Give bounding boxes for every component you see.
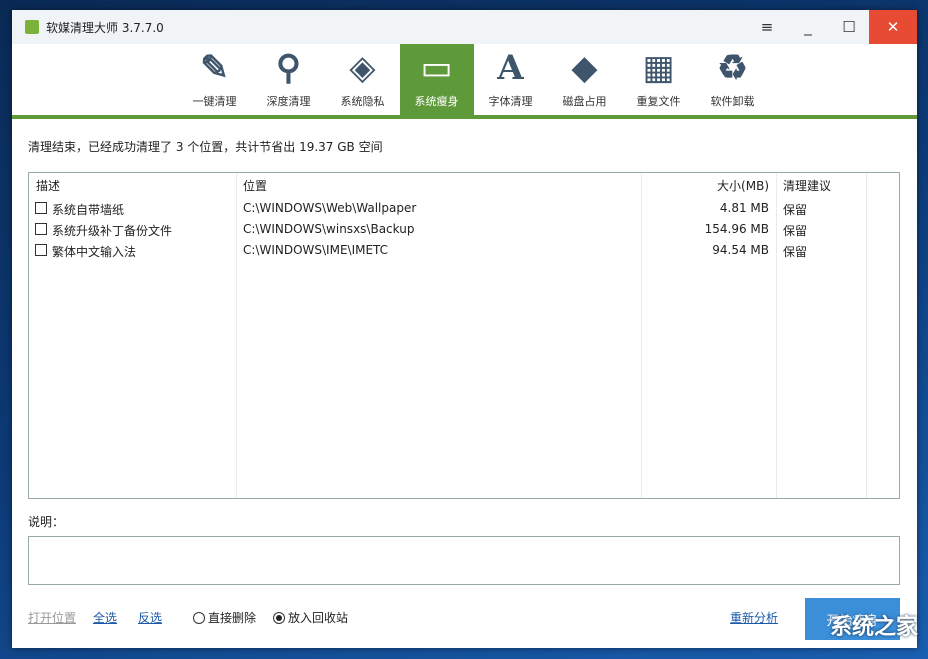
toolbar-tab-label: 系统瘦身 <box>415 93 459 109</box>
recycle-radio[interactable]: 放入回收站 <box>273 609 348 626</box>
toolbar-tab[interactable]: ♻ 软件卸载 <box>696 44 770 115</box>
table-row[interactable]: 繁体中文输入法 C:\WINDOWS\IME\IMETC 94.54 MB 保留 <box>29 240 899 261</box>
recycle-icon: ♻ <box>713 49 753 87</box>
row-size: 94.54 MB <box>712 243 769 257</box>
toolbar-tab[interactable]: ▭ 系统瘦身 <box>400 44 474 115</box>
app-window: 软媒清理大师 3.7.7.0 ≡ _ ☐ ✕ ✎ 一键清理 ⚲ 深度清理 ◈ 系统隐私 ▭ 系… <box>12 10 917 648</box>
disk-icon: ◆ <box>565 49 605 87</box>
row-checkbox[interactable] <box>35 244 47 256</box>
window-title: 软媒清理大师 3.7.7.0 <box>46 19 164 36</box>
toolbar: ✎ 一键清理 ⚲ 深度清理 ◈ 系统隐私 ▭ 系统瘦身 A 字体清理 ◆ 磁盘占用 ▦ 重复文件 ♻ 软件卸载 <box>12 44 917 119</box>
app-logo-icon <box>25 20 39 34</box>
select-all-link[interactable]: 全选 <box>93 609 117 626</box>
toolbar-tab-label: 重复文件 <box>637 93 681 109</box>
toolbar-tab-label: 软件卸载 <box>711 93 755 109</box>
row-path: C:\WINDOWS\winsxs\Backup <box>243 222 414 236</box>
minimize-button[interactable]: _ <box>788 10 828 44</box>
file-list: 描述 位置 大小(MB) 清理建议 系统自带墙纸 C:\WINDOWS\Web\… <box>28 172 900 499</box>
toolbar-tab[interactable]: ✎ 一键清理 <box>178 44 252 115</box>
toolbar-tab[interactable]: A 字体清理 <box>474 44 548 115</box>
row-advice: 保留 <box>783 201 807 218</box>
row-path: C:\WINDOWS\Web\Wallpaper <box>243 201 416 215</box>
maximize-button[interactable]: ☐ <box>829 10 869 44</box>
direct-delete-label: 直接删除 <box>208 611 256 625</box>
toolbar-tab-label: 一键清理 <box>193 93 237 109</box>
radio-checked-icon <box>273 612 285 624</box>
radio-icon <box>193 612 205 624</box>
row-checkbox[interactable] <box>35 223 47 235</box>
magnifier-icon: ⚲ <box>269 49 309 87</box>
description-box <box>28 536 900 585</box>
toolbar-tab[interactable]: ⚲ 深度清理 <box>252 44 326 115</box>
watermark: 系统之家 <box>830 609 918 641</box>
toolbar-tab[interactable]: ◆ 磁盘占用 <box>548 44 622 115</box>
row-desc: 系统升级补丁备份文件 <box>52 222 172 239</box>
description-label: 说明： <box>28 513 64 530</box>
toolbar-tab-label: 深度清理 <box>267 93 311 109</box>
row-size: 154.96 MB <box>705 222 769 236</box>
grid-icon: ▦ <box>639 49 679 87</box>
menu-button[interactable]: ≡ <box>747 10 787 44</box>
recycle-label: 放入回收站 <box>288 611 348 625</box>
row-path: C:\WINDOWS\IME\IMETC <box>243 243 388 257</box>
row-checkbox[interactable] <box>35 202 47 214</box>
row-advice: 保留 <box>783 222 807 239</box>
row-size: 4.81 MB <box>720 201 769 215</box>
toolbar-tab-label: 磁盘占用 <box>563 93 607 109</box>
toolbar-tab[interactable]: ▦ 重复文件 <box>622 44 696 115</box>
monitor-icon: ▭ <box>417 49 457 87</box>
privacy-icon: ◈ <box>343 49 383 87</box>
title-bar: 软媒清理大师 3.7.7.0 ≡ _ ☐ ✕ <box>12 10 917 44</box>
toolbar-tab[interactable]: ◈ 系统隐私 <box>326 44 400 115</box>
row-desc: 繁体中文输入法 <box>52 243 136 260</box>
reanalyze-link[interactable]: 重新分析 <box>730 609 778 626</box>
header-size[interactable]: 大小(MB) <box>717 177 769 194</box>
status-text: 清理结束，已经成功清理了 3 个位置，共计节省出 19.37 GB 空间 <box>28 138 383 155</box>
open-location-link[interactable]: 打开位置 <box>28 609 76 626</box>
row-desc: 系统自带墙纸 <box>52 201 124 218</box>
header-desc[interactable]: 描述 <box>36 177 60 194</box>
header-path[interactable]: 位置 <box>243 177 267 194</box>
row-advice: 保留 <box>783 243 807 260</box>
direct-delete-radio[interactable]: 直接删除 <box>193 609 256 626</box>
table-row[interactable]: 系统升级补丁备份文件 C:\WINDOWS\winsxs\Backup 154.… <box>29 219 899 240</box>
toolbar-tab-label: 字体清理 <box>489 93 533 109</box>
toolbar-tab-label: 系统隐私 <box>341 93 385 109</box>
broom-icon: ✎ <box>195 49 235 87</box>
close-button[interactable]: ✕ <box>869 10 917 44</box>
font-icon: A <box>491 49 531 87</box>
invert-selection-link[interactable]: 反选 <box>138 609 162 626</box>
header-advice[interactable]: 清理建议 <box>783 177 831 194</box>
table-row[interactable]: 系统自带墙纸 C:\WINDOWS\Web\Wallpaper 4.81 MB … <box>29 198 899 219</box>
